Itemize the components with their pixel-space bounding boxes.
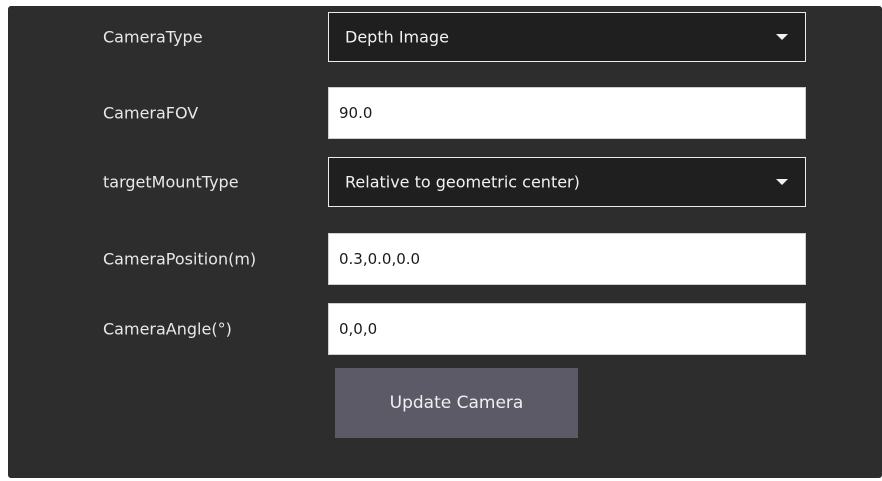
target-mount-type-label: targetMountType [103, 172, 239, 192]
camera-position-label: CameraPosition(m) [103, 249, 257, 269]
camera-type-label: CameraType [103, 27, 203, 47]
target-mount-type-value: Relative to geometric center) [345, 172, 580, 192]
chevron-down-icon [776, 34, 788, 40]
camera-angle-label: CameraAngle(°) [103, 319, 232, 339]
camera-position-row: CameraPosition(m) [8, 232, 882, 286]
target-mount-type-row: targetMountType Relative to geometric ce… [8, 155, 882, 209]
camera-settings-panel: CameraType Depth Image CameraFOV targetM… [8, 6, 882, 478]
camera-type-value: Depth Image [345, 27, 449, 47]
chevron-down-icon [776, 179, 788, 185]
camera-fov-label: CameraFOV [103, 103, 199, 123]
camera-type-row: CameraType Depth Image [8, 10, 882, 64]
camera-fov-row: CameraFOV [8, 86, 882, 140]
target-mount-type-dropdown[interactable]: Relative to geometric center) [328, 157, 806, 207]
camera-fov-input[interactable] [328, 87, 806, 139]
camera-angle-row: CameraAngle(°) [8, 302, 882, 356]
camera-position-input[interactable] [328, 233, 806, 285]
update-camera-button[interactable]: Update Camera [335, 368, 578, 438]
camera-angle-input[interactable] [328, 303, 806, 355]
camera-type-dropdown[interactable]: Depth Image [328, 12, 806, 62]
